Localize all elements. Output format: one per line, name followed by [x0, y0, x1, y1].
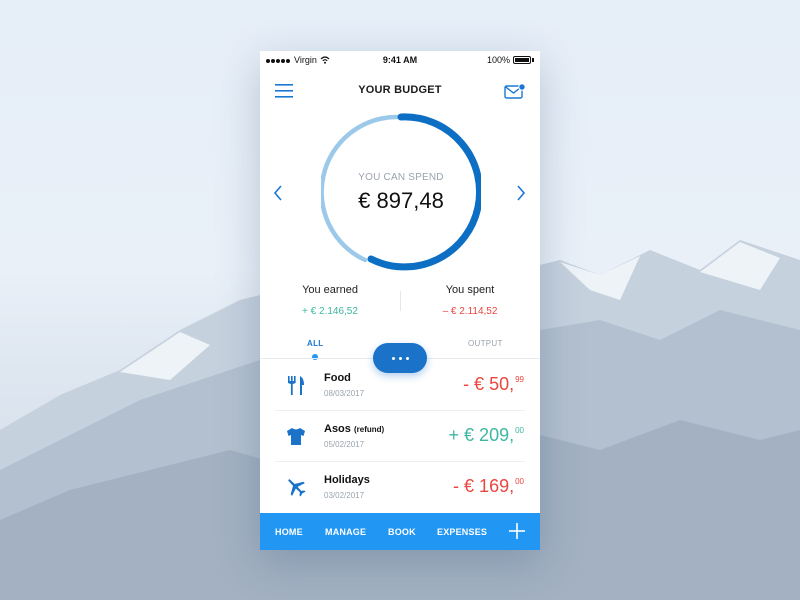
transaction-amount: - € 50,99 [463, 374, 524, 394]
transaction-amount: - € 169,00 [453, 476, 524, 496]
phone-screen: Virgin 9:41 AM 100% YOUR BUDGET YOU CAN … [260, 51, 540, 550]
spend-label: YOU CAN SPEND [358, 172, 444, 183]
chevron-right-icon[interactable] [515, 184, 527, 202]
transaction-amount: + € 209,00 [448, 425, 524, 445]
battery-icon [513, 56, 531, 64]
page-title: YOUR BUDGET [358, 84, 442, 96]
transaction-date: 05/02/2017 [324, 440, 365, 449]
spent-value: – € 2.114,52 [442, 306, 498, 317]
earned-summary: You earned + € 2.146,52 [260, 284, 400, 317]
spent-summary: You spent – € 2.114,52 [400, 284, 540, 317]
earned-value: + € 2.146,52 [302, 306, 358, 317]
tab-all[interactable]: ALL [307, 339, 323, 348]
status-right: 100% [487, 55, 534, 65]
transaction-name: Asos (refund) [324, 423, 385, 435]
transaction-row-asos[interactable]: Asos (refund) 05/02/2017 + € 209,00 [260, 411, 540, 461]
tab-output[interactable]: OUTPUT [468, 339, 503, 348]
transaction-row-food[interactable]: Food 08/03/2017 - € 50,99 [260, 360, 540, 410]
battery-percent: 100% [486, 55, 510, 65]
status-bar: Virgin 9:41 AM 100% [260, 51, 540, 71]
transaction-date: 08/03/2017 [324, 389, 365, 398]
transaction-name: Holidays [324, 474, 370, 486]
airplane-icon [288, 479, 306, 497]
transaction-name: Food [324, 372, 351, 384]
transaction-date: 03/02/2017 [324, 491, 365, 500]
chevron-left-icon[interactable] [272, 184, 284, 202]
nav-book[interactable]: BOOK [388, 527, 416, 537]
plus-icon[interactable] [509, 523, 525, 539]
earned-label: You earned [302, 284, 358, 296]
tshirt-icon [287, 428, 305, 445]
spend-amount: € 897,48 [358, 188, 444, 213]
nav-home[interactable]: HOME [275, 527, 303, 537]
nav-expenses[interactable]: EXPENSES [437, 527, 487, 537]
bottom-nav: HOME MANAGE BOOK EXPENSES [260, 513, 540, 550]
transaction-row-holidays[interactable]: Holidays 03/02/2017 - € 169,00 [260, 462, 540, 512]
spent-label: You spent [445, 284, 495, 296]
mail-icon[interactable] [504, 83, 526, 99]
cutlery-icon [288, 376, 304, 395]
nav-manage[interactable]: MANAGE [325, 527, 366, 537]
